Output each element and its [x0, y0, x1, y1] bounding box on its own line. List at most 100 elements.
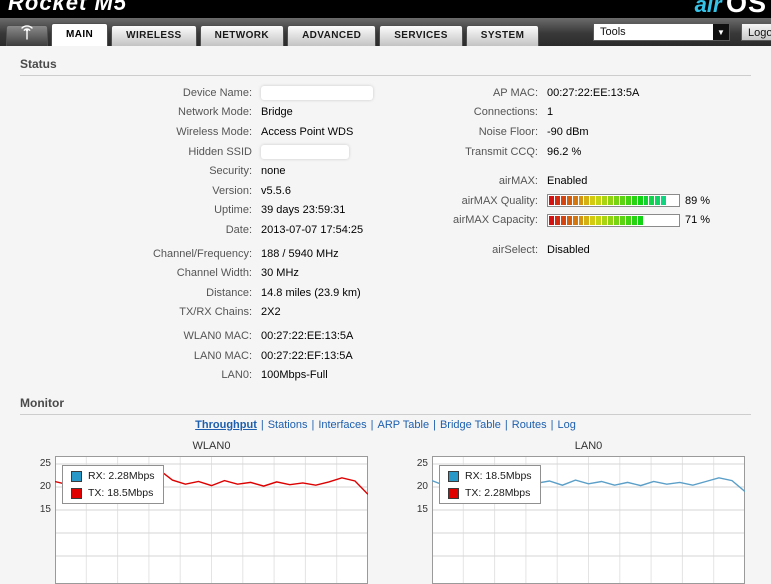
link-interfaces[interactable]: Interfaces — [318, 419, 366, 431]
link-bridge-table[interactable]: Bridge Table — [440, 419, 501, 431]
bar-segment — [661, 196, 667, 206]
chevron-down-icon: ▼ — [713, 24, 729, 40]
legend-swatch — [448, 470, 459, 482]
field-value: 00:27:22:EE:13:5A — [261, 329, 354, 342]
field-label: Device Name: — [182, 86, 252, 99]
y-axis-tick-label: 15 — [416, 504, 428, 515]
field-value: v5.5.6 — [261, 184, 291, 197]
field-value: 2013-07-07 17:54:25 — [261, 223, 364, 236]
status-row-distance: Distance: 14.8 miles (23.9 km) — [22, 283, 382, 303]
airos-logo-air: air — [694, 0, 722, 17]
tab-device-antenna[interactable] — [6, 24, 48, 48]
main-nav-tabbar: MAIN WIRELESS NETWORK ADVANCED SERVICES … — [0, 18, 771, 46]
chart-legend: RX: 18.5Mbps TX: 2.28Mbps — [439, 465, 541, 504]
brand-bar: Rocket M5 air OS — [0, 0, 771, 18]
field-value: 00:27:22:EF:13:5A — [261, 349, 353, 362]
chart-legend: RX: 2.28Mbps TX: 18.5Mbps — [62, 465, 164, 504]
field-value: 30 MHz — [261, 267, 299, 280]
monitor-section-title: Monitor — [20, 396, 751, 415]
bar-segment — [590, 215, 596, 225]
legend-swatch — [448, 487, 459, 499]
link-log[interactable]: Log — [557, 419, 575, 431]
tab-network[interactable]: NETWORK — [199, 25, 285, 46]
link-throughput[interactable]: Throughput — [195, 419, 257, 431]
field-value: 00:27:22:EE:13:5A — [547, 86, 640, 99]
field-value: Disabled — [547, 243, 590, 256]
field-label: airSelect: — [492, 243, 538, 256]
bar-segment — [566, 196, 572, 206]
status-row-hidden-ssid: Hidden SSID — [22, 142, 382, 162]
field-value: Enabled — [547, 175, 588, 188]
y-axis-tick-label: 25 — [416, 458, 428, 469]
field-label: Network Mode: — [178, 106, 252, 119]
link-stations[interactable]: Stations — [268, 419, 308, 431]
nav-tabs: MAIN WIRELESS NETWORK ADVANCED SERVICES … — [6, 23, 542, 46]
bar-segment — [572, 215, 578, 225]
y-axis-tick-label: 25 — [39, 458, 51, 469]
wlan0-throughput-chart: 25 20 15 RX: 2.28Mbps TX: 18.5Mbps — [40, 456, 368, 584]
airmax-capacity-bar — [547, 213, 680, 227]
link-arp-table[interactable]: ARP Table — [378, 419, 430, 431]
link-routes[interactable]: Routes — [512, 419, 547, 431]
status-row-airmax-capacity: airMAX Capacity: 71 % — [390, 211, 765, 231]
field-value: -90 dBm — [547, 125, 589, 138]
bar-segment — [596, 215, 602, 225]
status-left-column: Device Name: Network Mode: Bridge Wirele… — [22, 83, 382, 385]
link-separator: | — [260, 419, 264, 431]
bar-segment — [560, 196, 566, 206]
bar-segment — [649, 215, 655, 225]
bar-segment — [596, 196, 602, 206]
bar-segment — [613, 196, 619, 206]
lan0-chart-title: LAN0 — [574, 440, 603, 452]
bar-segment — [578, 196, 584, 206]
status-row-wireless-mode: Wireless Mode: Access Point WDS — [22, 122, 382, 142]
field-label: Uptime: — [214, 204, 252, 217]
rocket-m5-logo: Rocket M5 — [8, 0, 128, 15]
status-row-lan0-speed: LAN0: 100Mbps-Full — [22, 365, 382, 385]
field-label: TX/RX Chains: — [179, 306, 252, 319]
tools-dropdown[interactable]: Tools ▼ — [593, 23, 730, 41]
bar-segment — [625, 196, 631, 206]
field-label: airMAX: — [498, 175, 538, 188]
field-label: Version: — [212, 184, 252, 197]
bar-segment — [637, 196, 643, 206]
legend-entry: TX: 18.5Mbps — [71, 487, 155, 499]
bar-segment — [661, 215, 667, 225]
status-section-title: Status — [20, 57, 751, 76]
status-row-txrx-chains: TX/RX Chains: 2X2 — [22, 303, 382, 323]
bar-segment — [655, 215, 661, 225]
field-label: Noise Floor: — [478, 125, 538, 138]
status-right-column: AP MAC: 00:27:22:EE:13:5A Connections: 1… — [390, 83, 765, 260]
tab-system[interactable]: SYSTEM — [465, 25, 540, 46]
status-row-connections: Connections: 1 — [390, 103, 765, 123]
status-row-airmax: airMAX: Enabled — [390, 171, 765, 191]
bar-segment — [608, 215, 613, 225]
link-separator: | — [370, 419, 374, 431]
tab-advanced[interactable]: ADVANCED — [287, 25, 377, 46]
field-label: Transmit CCQ: — [465, 145, 538, 158]
tab-main[interactable]: MAIN — [51, 23, 109, 46]
field-value: 2X2 — [261, 306, 281, 319]
status-row-channel-width: Channel Width: 30 MHz — [22, 263, 382, 283]
bar-segment — [578, 215, 584, 225]
field-value: 14.8 miles (23.9 km) — [261, 286, 361, 299]
legend-entry: TX: 2.28Mbps — [448, 487, 532, 499]
field-label: airMAX Capacity: — [453, 214, 538, 227]
tab-wireless[interactable]: WIRELESS — [111, 25, 197, 46]
status-row-date: Date: 2013-07-07 17:54:25 — [22, 220, 382, 240]
status-row-airselect: airSelect: Disabled — [390, 240, 765, 260]
status-row-noise-floor: Noise Floor: -90 dBm — [390, 122, 765, 142]
field-value: 100Mbps-Full — [261, 369, 328, 382]
legend-swatch — [71, 487, 82, 499]
bar-segment — [637, 215, 643, 225]
logout-button[interactable]: Logout — [741, 23, 771, 41]
bar-segment — [631, 215, 637, 225]
legend-entry: RX: 2.28Mbps — [71, 470, 155, 482]
bar-segment — [602, 215, 608, 225]
link-separator: | — [433, 419, 436, 431]
tab-services[interactable]: SERVICES — [379, 25, 463, 46]
status-row-lan0-mac: LAN0 MAC: 00:27:22:EF:13:5A — [22, 346, 382, 366]
bar-segment — [584, 215, 590, 225]
antenna-icon — [19, 24, 35, 48]
field-label: Hidden SSID — [188, 145, 252, 158]
